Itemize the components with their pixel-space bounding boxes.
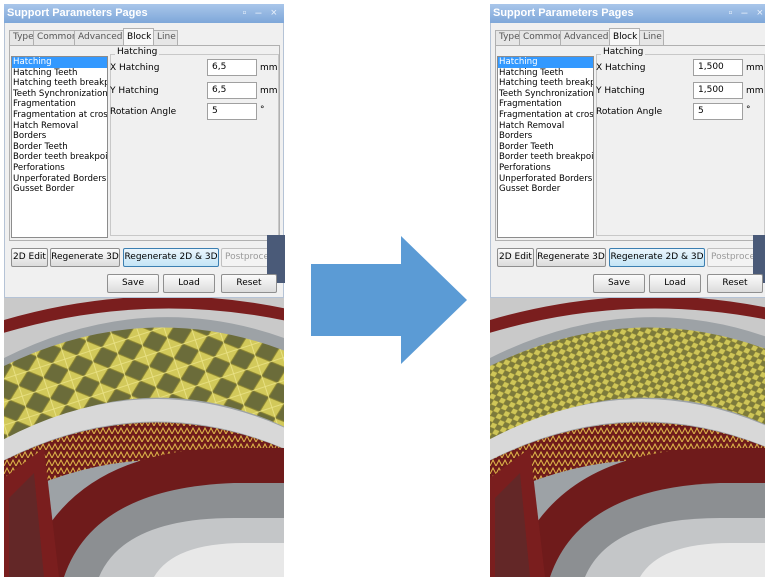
y-hatching-label: Y Hatching — [110, 86, 159, 96]
rotation-angle-unit: ° — [746, 105, 751, 115]
tab-advanced[interactable]: Advanced — [560, 30, 610, 45]
parameters-dialog: Type Common Advanced Block Line Hatching… — [490, 23, 765, 298]
rotation-angle-unit: ° — [260, 105, 265, 115]
x-hatching-unit: mm — [746, 63, 764, 73]
list-item[interactable]: Unperforated Borders — [498, 174, 593, 185]
list-item[interactable]: Hatch Removal — [12, 121, 107, 132]
x-hatching-input[interactable]: 6,5 — [207, 59, 257, 76]
x-hatching-label: X Hatching — [110, 63, 160, 73]
list-item[interactable]: Fragmentation at cross — [498, 110, 593, 121]
x-hatching-input[interactable]: 1,500 — [693, 59, 743, 76]
list-item[interactable]: Unperforated Borders — [12, 174, 107, 185]
panel-title: Support Parameters Pages — [7, 7, 148, 19]
list-item[interactable]: Borders — [498, 131, 593, 142]
panel-title: Support Parameters Pages — [493, 7, 634, 19]
tab-type[interactable]: Type — [9, 30, 34, 45]
list-item[interactable]: Hatching Teeth — [498, 68, 593, 79]
group-label: Hatching — [115, 47, 160, 57]
regenerate-3d-button[interactable]: Regenerate 3D — [50, 248, 120, 267]
parameter-category-list[interactable]: Hatching Hatching Teeth Hatching teeth b… — [497, 56, 594, 238]
list-item[interactable]: Hatching Teeth — [12, 68, 107, 79]
group-label: Hatching — [601, 47, 646, 57]
panel-title-bar: Support Parameters Pages ▫ – × — [4, 4, 284, 23]
window-controls[interactable]: ▫ – × — [242, 4, 280, 23]
load-button[interactable]: Load — [649, 274, 701, 293]
list-item[interactable]: Perforations — [12, 163, 107, 174]
list-item[interactable]: Border Teeth — [498, 142, 593, 153]
3d-scene — [4, 298, 284, 577]
list-item[interactable]: Hatching — [12, 57, 107, 68]
support-parameters-panel-after: Support Parameters Pages ▫ – × Type Comm… — [490, 4, 765, 577]
panel-title-bar: Support Parameters Pages ▫ – × — [490, 4, 765, 23]
regenerate-2d-3d-button[interactable]: Regenerate 2D & 3D — [123, 248, 219, 267]
y-hatching-unit: mm — [260, 86, 278, 96]
reset-button[interactable]: Reset — [707, 274, 763, 293]
save-button[interactable]: Save — [593, 274, 645, 293]
list-item[interactable]: Gusset Border — [12, 184, 107, 195]
reset-button[interactable]: Reset — [221, 274, 277, 293]
y-hatching-unit: mm — [746, 86, 764, 96]
fine-hatching-3d-preview[interactable] — [490, 298, 765, 577]
list-item[interactable]: Fragmentation at cross — [12, 110, 107, 121]
2d-edit-button[interactable]: 2D Edit — [11, 248, 48, 267]
tab-type[interactable]: Type — [495, 30, 520, 45]
regenerate-2d-3d-button[interactable]: Regenerate 2D & 3D — [609, 248, 705, 267]
load-button[interactable]: Load — [163, 274, 215, 293]
save-button[interactable]: Save — [107, 274, 159, 293]
regenerate-3d-button[interactable]: Regenerate 3D — [536, 248, 606, 267]
tab-advanced[interactable]: Advanced — [74, 30, 124, 45]
list-item[interactable]: Hatching teeth breakpo — [498, 78, 593, 89]
parameter-category-list[interactable]: Hatching Hatching Teeth Hatching teeth b… — [11, 56, 108, 238]
x-hatching-label: X Hatching — [596, 63, 646, 73]
list-item[interactable]: Hatch Removal — [498, 121, 593, 132]
x-hatching-unit: mm — [260, 63, 278, 73]
window-controls[interactable]: ▫ – × — [728, 4, 765, 23]
list-item[interactable]: Perforations — [498, 163, 593, 174]
support-parameters-panel-before: Support Parameters Pages ▫ – × Type Comm… — [4, 4, 285, 577]
y-hatching-label: Y Hatching — [596, 86, 645, 96]
y-hatching-input[interactable]: 1,500 — [693, 82, 743, 99]
list-item[interactable]: Teeth Synchronization — [12, 89, 107, 100]
list-item[interactable]: Border Teeth — [12, 142, 107, 153]
rotation-angle-input[interactable]: 5 — [693, 103, 743, 120]
list-item[interactable]: Hatching teeth breakpo — [12, 78, 107, 89]
tab-block[interactable]: Block — [609, 28, 640, 45]
list-item[interactable]: Borders — [12, 131, 107, 142]
list-item[interactable]: Border teeth breakpoir — [12, 152, 107, 163]
y-hatching-input[interactable]: 6,5 — [207, 82, 257, 99]
tab-common[interactable]: Common — [33, 30, 78, 45]
rotation-angle-label: Rotation Angle — [596, 107, 663, 117]
list-item[interactable]: Fragmentation — [12, 99, 107, 110]
tab-common[interactable]: Common — [519, 30, 564, 45]
list-item[interactable]: Fragmentation — [498, 99, 593, 110]
list-item[interactable]: Teeth Synchronization — [498, 89, 593, 100]
list-item[interactable]: Hatching — [498, 57, 593, 68]
list-item[interactable]: Border teeth breakpoir — [498, 152, 593, 163]
rotation-angle-label: Rotation Angle — [110, 107, 177, 117]
rotation-angle-input[interactable]: 5 — [207, 103, 257, 120]
parameters-dialog: Type Common Advanced Block Line Hatching… — [4, 23, 285, 298]
coarse-hatching-3d-preview[interactable] — [4, 298, 284, 577]
3d-scene — [490, 298, 765, 577]
tab-block[interactable]: Block — [123, 28, 154, 45]
tab-line[interactable]: Line — [639, 30, 664, 45]
list-item[interactable]: Gusset Border — [498, 184, 593, 195]
right-arrow-icon — [311, 236, 467, 364]
2d-edit-button[interactable]: 2D Edit — [497, 248, 534, 267]
tab-line[interactable]: Line — [153, 30, 178, 45]
